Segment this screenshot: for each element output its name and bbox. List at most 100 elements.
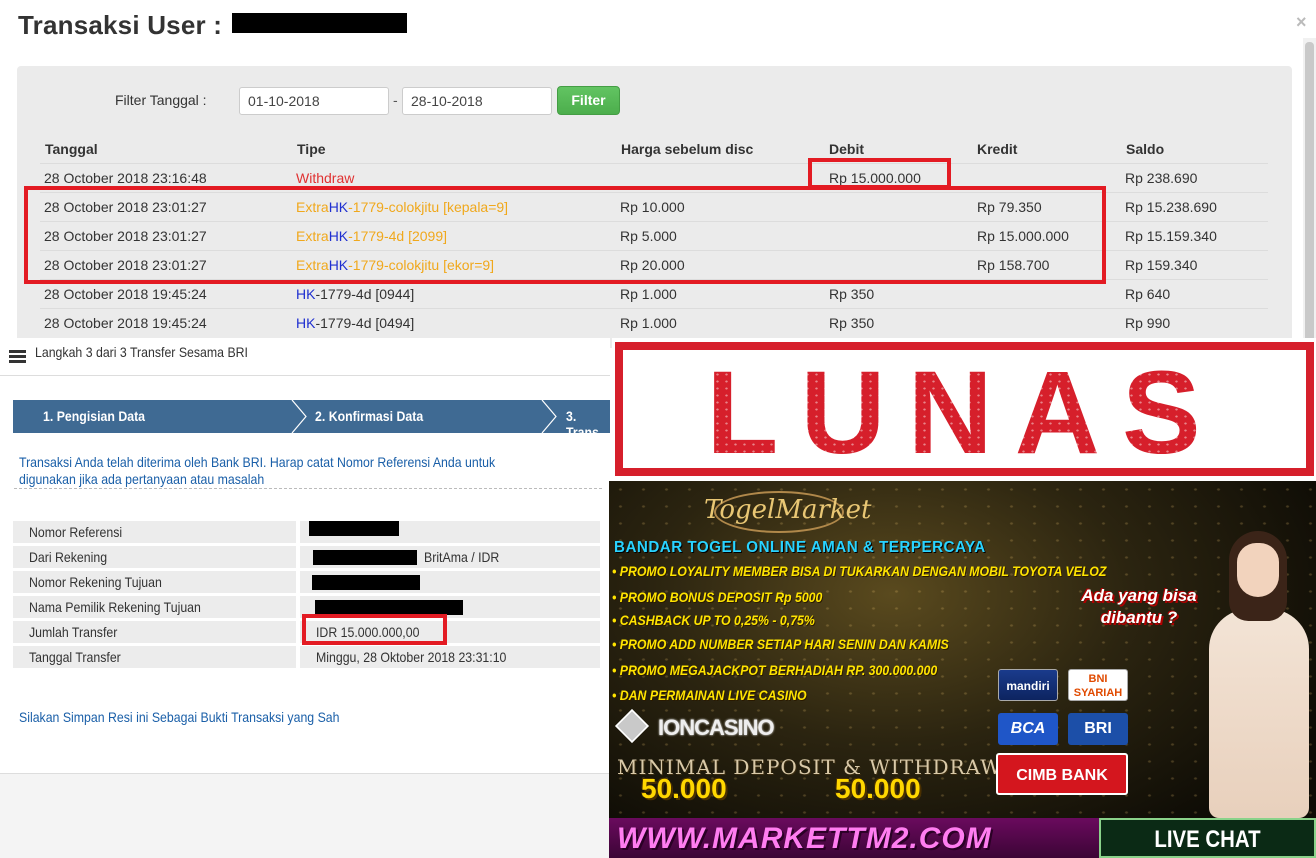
highlight-debit: [808, 158, 951, 189]
date-to-input[interactable]: [402, 87, 552, 115]
tipe-market: HK: [296, 315, 316, 331]
bri-bottom-bar: [0, 773, 610, 858]
modal-title: Transaksi User :: [18, 10, 223, 40]
promo-line: • PROMO BONUS DEPOSIT Rp 5000: [612, 589, 823, 605]
lunas-stamp: LUNAS: [612, 338, 1316, 480]
bri-footer-note: Silakan Simpan Resi ini Sebagai Bukti Tr…: [19, 709, 340, 725]
header-kredit[interactable]: Kredit: [977, 141, 1017, 157]
detail-label: Nomor Referensi: [13, 521, 296, 543]
detail-row: Nomor Rekening Tujuan: [13, 571, 600, 595]
cell-debit: Rp 350: [829, 286, 875, 302]
promo-line: • PROMO ADD NUMBER SETIAP HARI SENIN DAN…: [612, 636, 949, 652]
cell-tanggal: 28 October 2018 19:45:24: [44, 315, 207, 331]
redacted-value: [312, 575, 420, 590]
bank-cimb: CIMB BANK: [996, 753, 1128, 795]
logo-text: TogelMarket: [704, 495, 872, 525]
detail-row: Tanggal Transfer Minggu, 28 Oktober 2018…: [13, 646, 600, 670]
date-separator: -: [393, 92, 398, 108]
step-1: 1. Pengisian Data: [43, 408, 146, 424]
cell-saldo: Rp 15.159.340: [1125, 228, 1217, 244]
detail-label: Nama Pemilik Rekening Tujuan: [13, 596, 296, 618]
cell-saldo: Rp 990: [1125, 315, 1171, 331]
cell-tanggal: 28 October 2018 23:16:48: [44, 170, 207, 186]
cell-harga: Rp 1.000: [620, 315, 677, 331]
cell-saldo: Rp 238.690: [1125, 170, 1198, 186]
menu-icon[interactable]: [9, 350, 26, 363]
promo-banner[interactable]: TogelMarket BANDAR TOGEL ONLINE AMAN & T…: [609, 481, 1316, 858]
min-withdraw-amount: 50.000: [835, 773, 921, 804]
stamp-texture: [623, 350, 1306, 468]
ioncasino-logo: IONCASINO: [614, 709, 784, 743]
model-body: [1209, 609, 1309, 818]
promo-line: • DAN PERMAINAN LIVE CASINO: [612, 687, 807, 703]
close-icon[interactable]: ×: [1296, 12, 1307, 33]
cell-tipe: HK-1779-4d [0494]: [296, 315, 414, 331]
model-face: [1237, 543, 1279, 597]
divider: [14, 488, 602, 489]
header-tipe[interactable]: Tipe: [297, 141, 326, 157]
step-3: 3. Trans: [566, 408, 599, 440]
header-saldo[interactable]: Saldo: [1126, 141, 1164, 157]
cell-harga: Rp 1.000: [620, 286, 677, 302]
scrollbar[interactable]: [1303, 38, 1316, 348]
cell-saldo: Rp 640: [1125, 286, 1171, 302]
modal-header: Transaksi User : ×: [0, 0, 1316, 52]
date-from-input[interactable]: [239, 87, 389, 115]
header-harga[interactable]: Harga sebelum disc: [621, 141, 753, 157]
redacted-username: [232, 13, 407, 33]
filter-button[interactable]: Filter: [557, 86, 620, 115]
tipe-text: Withdraw: [296, 170, 355, 186]
stamp-border: LUNAS: [615, 342, 1314, 476]
promo-line: • PROMO LOYALITY MEMBER BISA DI TUKARKAN…: [612, 563, 1107, 579]
tipe-market: HK: [296, 286, 316, 302]
redacted-value: [315, 600, 463, 615]
detail-label: Jumlah Transfer: [13, 621, 296, 643]
bri-header: Langkah 3 dari 3 Transfer Sesama BRI: [35, 344, 248, 360]
brand-logo: TogelMarket: [704, 489, 872, 537]
header-tanggal[interactable]: Tanggal: [45, 141, 98, 157]
cell-debit: Rp 350: [829, 315, 875, 331]
scrollbar-thumb[interactable]: [1305, 42, 1314, 342]
min-deposit-amount: 50.000: [641, 773, 727, 804]
highlight-amount: [302, 614, 447, 645]
step-bar: 1. Pengisian Data 2. Konfirmasi Data 3. …: [13, 400, 610, 440]
highlight-wins: [24, 186, 1106, 284]
detail-row: Dari Rekening BritAma / IDR: [13, 546, 600, 570]
redacted-value: [309, 521, 399, 536]
detail-row: Nomor Referensi: [13, 521, 600, 545]
model-image: [1169, 521, 1316, 818]
cell-tanggal: 28 October 2018 19:45:24: [44, 286, 207, 302]
cell-saldo: Rp 159.340: [1125, 257, 1198, 273]
promo-line: • PROMO MEGAJACKPOT BERHADIAH RP. 300.00…: [612, 662, 938, 678]
cell-tipe: HK-1779-4d [0944]: [296, 286, 414, 302]
tipe-text: -1779-4d [0944]: [315, 286, 415, 302]
cell-tipe: Withdraw: [296, 170, 354, 186]
bri-message: Transaksi Anda telah diterima oleh Bank …: [19, 454, 496, 487]
detail-label: Dari Rekening: [13, 546, 296, 568]
detail-label: Nomor Rekening Tujuan: [13, 571, 296, 593]
chevron-right-icon: [291, 400, 307, 433]
bank-bca: BCA: [998, 713, 1058, 745]
bri-topbar: Langkah 3 dari 3 Transfer Sesama BRI: [0, 338, 610, 376]
tipe-text: -1779-4d [0494]: [315, 315, 415, 331]
bank-bri: BRI: [1068, 713, 1128, 745]
dice-icon: [615, 709, 649, 743]
live-chat-button[interactable]: LIVE CHAT ONLINE: [1099, 818, 1316, 858]
website-url[interactable]: WWW.MARKETTM2.COM: [617, 822, 992, 856]
bri-receipt: Langkah 3 dari 3 Transfer Sesama BRI 1. …: [0, 338, 610, 858]
step-2: 2. Konfirmasi Data: [315, 408, 424, 424]
chevron-right-icon: [541, 400, 557, 433]
website-banner[interactable]: WWW.MARKETTM2.COM: [609, 818, 1099, 858]
bank-bni-syariah: BNI SYARIAH: [1068, 669, 1128, 701]
header-debit[interactable]: Debit: [829, 141, 864, 157]
table-row: 28 October 2018 19:45:24 HK-1779-4d [049…: [40, 308, 1268, 337]
live-chat-label[interactable]: LIVE CHAT ONLINE: [1117, 826, 1298, 858]
filter-label: Filter Tanggal :: [115, 92, 207, 108]
detail-row: Jumlah Transfer IDR 15.000.000,00: [13, 614, 600, 645]
promo-title: BANDAR TOGEL ONLINE AMAN & TERPERCAYA: [614, 539, 986, 556]
bank-mandiri: mandiri: [998, 669, 1058, 701]
detail-label: Tanggal Transfer: [13, 646, 296, 668]
promo-line: • CASHBACK UP TO 0,25% - 0,75%: [612, 612, 815, 628]
detail-value: Minggu, 28 Oktober 2018 23:31:10: [300, 646, 600, 668]
redacted-value: [313, 550, 417, 565]
